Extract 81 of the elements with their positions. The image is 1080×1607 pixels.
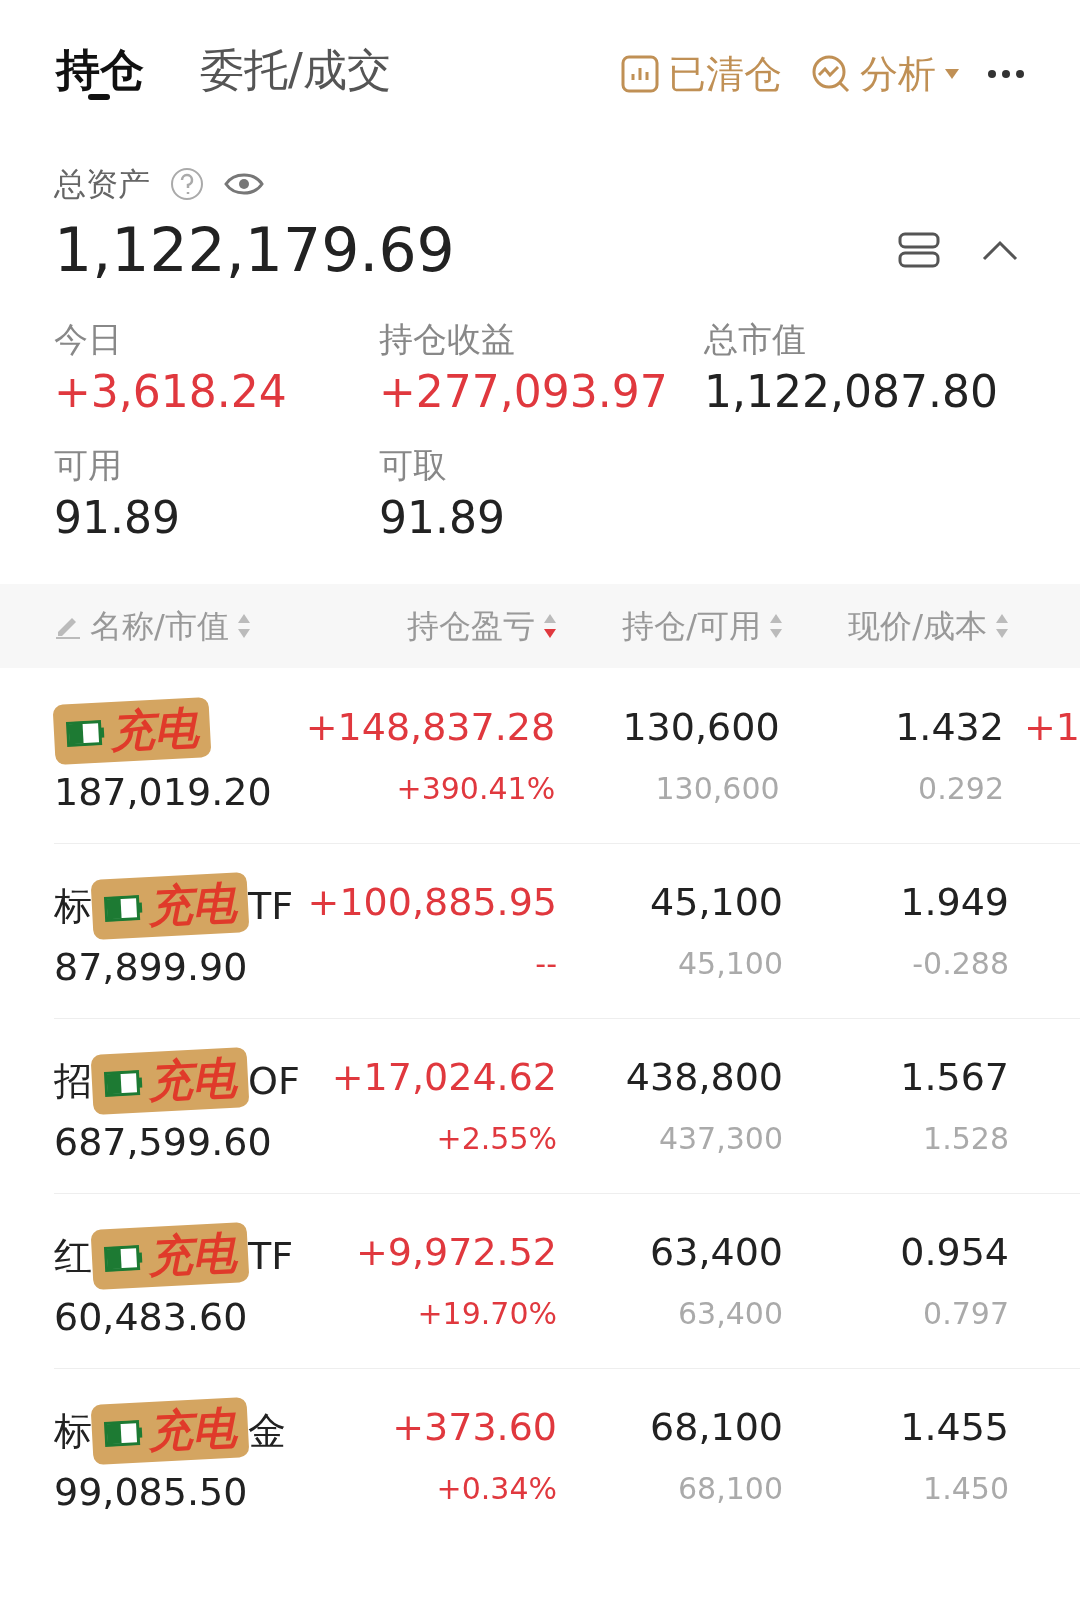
- current-price: 0.954: [900, 1233, 1009, 1271]
- tab[interactable]: 持仓: [56, 48, 144, 100]
- available-quantity: 130,600: [655, 773, 780, 804]
- profit-loss: +100,885.95: [307, 883, 557, 921]
- table-cell: +1: [1023, 705, 1080, 749]
- stat-label: 总市值: [704, 322, 807, 356]
- available-quantity: 437,300: [658, 1124, 783, 1154]
- cost-price: 1.528: [923, 1124, 1009, 1154]
- security-name: TF: [248, 887, 294, 925]
- market-value: 99,085.50: [54, 1473, 249, 1511]
- position-row[interactable]: 招 充电 OF 687,599.60 +17,024.62 +2.55% 438,800 437,300 1.567 1.528: [54, 1018, 1080, 1193]
- holding-quantity: 130,600: [622, 707, 780, 746]
- holding-quantity: 438,800: [625, 1058, 783, 1096]
- security-name: 招: [54, 1062, 92, 1100]
- profit-loss-percent: +0.34%: [436, 1474, 557, 1504]
- security-name: OF: [248, 1062, 300, 1100]
- position-row[interactable]: 红 充电 TF 60,483.60 +9,972.52 +19.70% 63,400 63,400 0.954 0.797: [54, 1193, 1080, 1368]
- stat-label: 可用: [54, 448, 123, 482]
- sticker: 充电: [52, 696, 212, 765]
- stat-label: 今日: [54, 322, 123, 356]
- tab-indicator: [87, 94, 110, 100]
- cost-price: -0.288: [912, 949, 1009, 979]
- battery-icon: [103, 1244, 145, 1273]
- collapse-chevron-icon[interactable]: [982, 239, 1018, 261]
- profit-loss: +9,972.52: [355, 1233, 557, 1271]
- cost-price: 1.450: [923, 1474, 1009, 1504]
- security-name: 金: [248, 1412, 286, 1450]
- position-row[interactable]: 标 充电 金 99,085.50 +373.60 +0.34% 68,100 68,100 1.455 1.450: [54, 1368, 1080, 1543]
- security-name: 红: [54, 1237, 92, 1275]
- available-quantity: 45,100: [678, 949, 783, 979]
- stat-value: +277,093.97: [379, 370, 669, 414]
- sort-icon: [995, 612, 1009, 640]
- holding-quantity: 45,100: [650, 883, 783, 921]
- cost-price: 0.797: [923, 1299, 1009, 1329]
- sort-icon: [236, 612, 251, 640]
- market-value: 87,899.90: [54, 948, 249, 986]
- current-price: 1.949: [900, 883, 1009, 921]
- current-price: 1.432: [895, 707, 1004, 746]
- battery-icon: [103, 1419, 145, 1448]
- stat-label: 持仓收益: [379, 322, 516, 356]
- sticker: 充电: [90, 1046, 250, 1116]
- holding-quantity: 68,100: [650, 1408, 783, 1446]
- holding-quantity: 63,400: [650, 1233, 783, 1271]
- market-value: 187,019.20: [54, 772, 273, 811]
- stat-value: +3,618.24: [54, 370, 288, 414]
- sticker: 充电: [90, 1396, 250, 1466]
- stat-value: 91.89: [54, 496, 181, 540]
- total-assets-label: 总资产: [54, 164, 150, 205]
- bar-chart-icon: [620, 54, 660, 94]
- available-quantity: 68,100: [678, 1474, 783, 1504]
- market-value: 60,483.60: [54, 1298, 249, 1336]
- tab[interactable]: 委托/成交: [200, 48, 391, 100]
- available-quantity: 63,400: [678, 1299, 783, 1329]
- profit-loss-percent: --: [535, 949, 557, 979]
- position-row[interactable]: 充电 187,019.20 +148,837.28 +390.41% 130,600 130,600 1.432 0.292 +1: [54, 668, 1080, 843]
- security-name: 标: [54, 887, 92, 925]
- battery-icon: [103, 894, 145, 923]
- profit-loss: +17,024.62: [331, 1058, 557, 1096]
- stat-value: 91.89: [379, 496, 506, 540]
- profit-loss: +373.60: [392, 1408, 557, 1446]
- trend-search-icon: [810, 53, 852, 95]
- security-name: TF: [248, 1237, 294, 1275]
- security-name: 标: [54, 1412, 92, 1450]
- profit-loss: +148,837.28: [305, 707, 556, 746]
- current-price: 1.455: [900, 1408, 1009, 1446]
- position-row[interactable]: 标 充电 TF 87,899.90 +100,885.95 -- 45,100 45,100 1.949 -0.288: [54, 843, 1080, 1018]
- stat-value: 1,122,087.80: [704, 370, 999, 414]
- profit-loss-percent: +19.70%: [417, 1299, 557, 1329]
- market-value: 687,599.60: [54, 1123, 273, 1161]
- stat-label: 可取: [379, 448, 448, 482]
- profit-loss-percent: +2.55%: [436, 1124, 557, 1154]
- battery-icon: [65, 718, 107, 747]
- dropdown-caret-icon: [944, 68, 960, 80]
- sort-icon: [769, 612, 783, 640]
- cost-price: 0.292: [918, 773, 1004, 804]
- profit-loss-percent: +390.41%: [396, 773, 556, 804]
- layout-toggle-icon[interactable]: [898, 232, 940, 268]
- current-price: 1.567: [900, 1058, 1009, 1096]
- total-assets-value: 1,122,179.69: [54, 220, 455, 280]
- battery-icon: [103, 1069, 145, 1098]
- sort-icon: [543, 612, 557, 640]
